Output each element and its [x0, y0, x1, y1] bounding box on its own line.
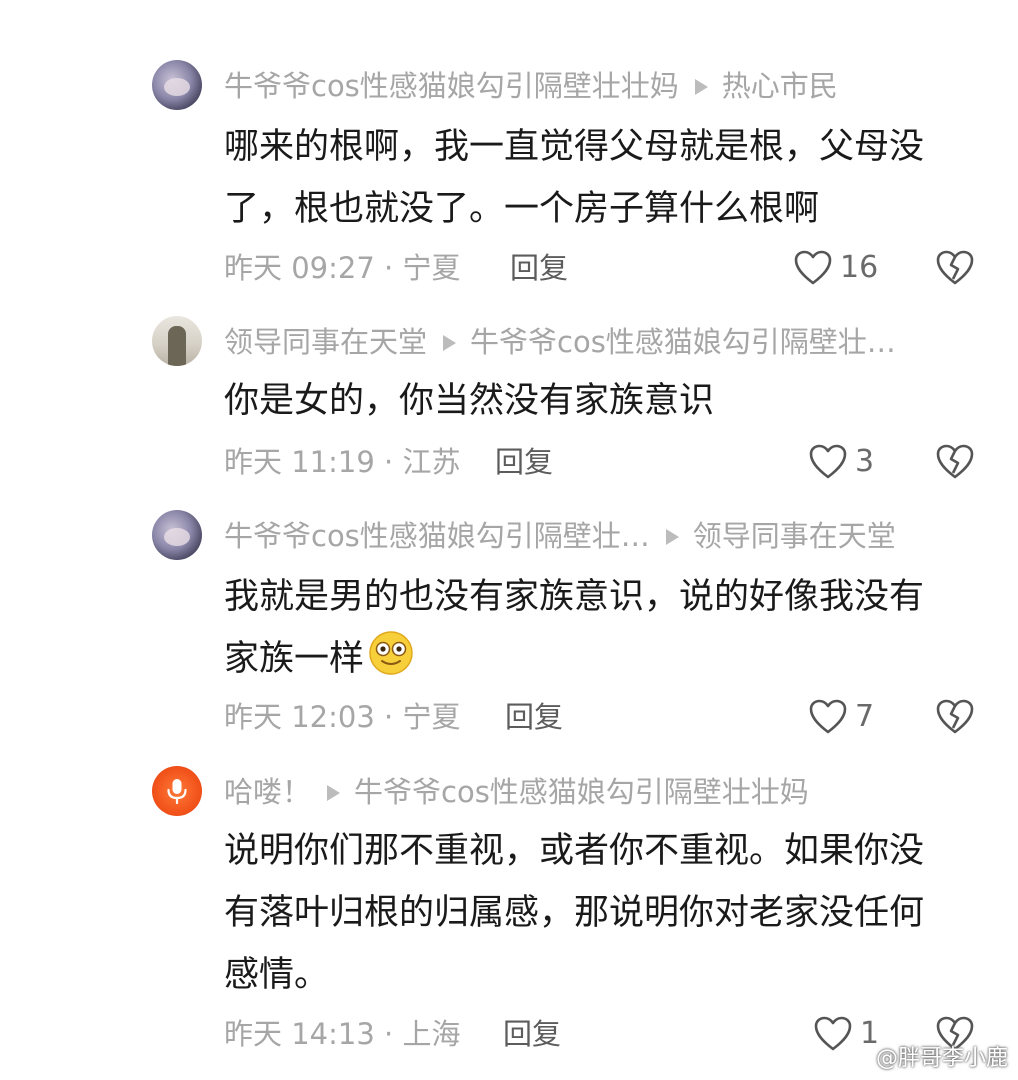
comment-text: 哪来的根啊，我一直觉得父母就是根，父母没 了，根也就没了。一个房子算什么根啊: [224, 127, 925, 229]
author-name[interactable]: 领导同事在天堂: [224, 325, 427, 359]
heart-icon[interactable]: [808, 698, 848, 736]
broken-heart-icon[interactable]: [935, 249, 975, 287]
time-location: 昨天 11:19 · 江苏: [224, 445, 461, 479]
time-location: 昨天 09:27 · 宁夏: [224, 251, 461, 285]
comment-text: 说明你们那不重视，或者你不重视。如果你没 有落叶归根的归属感，那说明你对老家没任…: [224, 831, 925, 995]
comment-text: 你是女的，你当然没有家族意识: [224, 381, 715, 421]
reply-button[interactable]: 回复: [503, 1016, 561, 1052]
heart-icon[interactable]: [793, 249, 833, 287]
reply-arrow-icon: [327, 785, 341, 801]
broken-heart-icon[interactable]: [935, 698, 975, 736]
like-count: 7: [855, 699, 875, 734]
reply-button[interactable]: 回复: [495, 444, 553, 480]
comment-thread: 牛爷爷cos性感猫娘勾引隔壁壮壮妈 热心市民 哪来的根啊，我一直觉得父母就是根，父…: [0, 0, 1018, 1080]
comment-header: 牛爷爷cos性感猫娘勾引隔壁壮壮妈 热心市民: [224, 68, 838, 104]
reply-to-name[interactable]: 热心市民: [722, 69, 838, 103]
time-location: 昨天 14:13 · 上海: [224, 1017, 461, 1051]
comment-header: 牛爷爷cos性感猫娘勾引隔壁壮… 领导同事在天堂: [224, 518, 896, 554]
heart-icon[interactable]: [808, 443, 848, 481]
comment-text: 我就是男的也没有家族意识，说的好像我没有 家族一样: [224, 577, 925, 679]
reply-arrow-icon: [665, 529, 679, 545]
smiley-emoji-icon: [369, 631, 413, 675]
avatar[interactable]: [152, 510, 202, 560]
reply-to-name[interactable]: 牛爷爷cos性感猫娘勾引隔壁壮…: [470, 325, 896, 359]
reply-arrow-icon: [694, 79, 708, 95]
author-name[interactable]: 牛爷爷cos性感猫娘勾引隔壁壮壮妈: [224, 69, 679, 103]
avatar[interactable]: [152, 316, 202, 366]
author-name[interactable]: 哈喽！: [224, 775, 311, 809]
weibo-logo-icon: [849, 1050, 871, 1068]
like-count: 3: [855, 444, 875, 479]
avatar[interactable]: [152, 60, 202, 110]
reply-to-name[interactable]: 领导同事在天堂: [693, 519, 896, 553]
comment-header: 哈喽！ 牛爷爷cos性感猫娘勾引隔壁壮壮妈: [224, 774, 809, 810]
reply-button[interactable]: 回复: [505, 699, 563, 735]
time-location: 昨天 12:03 · 宁夏: [224, 700, 461, 734]
broken-heart-icon[interactable]: [935, 443, 975, 481]
watermark: @胖哥李小鹿: [848, 1040, 1008, 1072]
reply-to-name[interactable]: 牛爷爷cos性感猫娘勾引隔壁壮壮妈: [354, 775, 809, 809]
avatar[interactable]: [152, 766, 202, 816]
reply-button[interactable]: 回复: [510, 250, 568, 286]
reply-arrow-icon: [443, 335, 457, 351]
microphone-icon: [167, 779, 187, 805]
like-count: 16: [840, 250, 879, 285]
comment-header: 领导同事在天堂 牛爷爷cos性感猫娘勾引隔壁壮…: [224, 324, 896, 360]
watermark-text: @胖哥李小鹿: [875, 1046, 1008, 1071]
author-name[interactable]: 牛爷爷cos性感猫娘勾引隔壁壮…: [224, 519, 650, 553]
